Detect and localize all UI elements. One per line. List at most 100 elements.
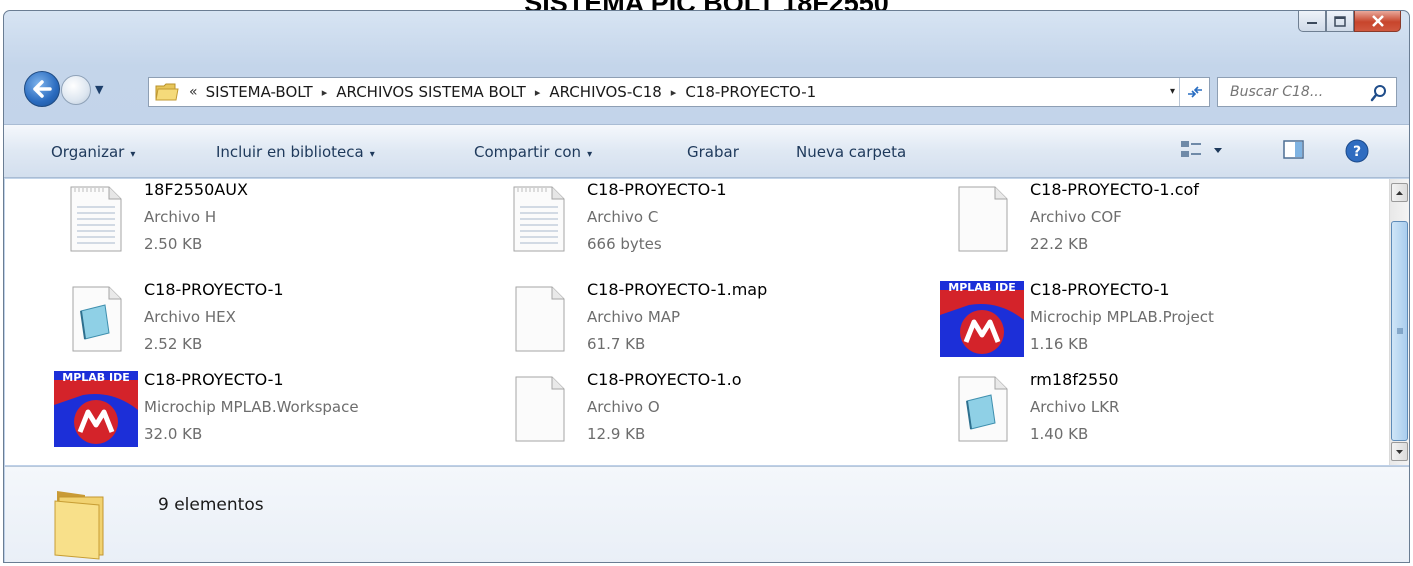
details-pane: 9 elementos xyxy=(5,466,1409,562)
file-size: 2.52 KB xyxy=(144,335,203,353)
maximize-icon xyxy=(1334,15,1346,27)
scroll-down-button[interactable] xyxy=(1391,442,1408,461)
preview-pane-icon xyxy=(1283,140,1304,159)
search-input[interactable] xyxy=(1230,84,1370,100)
close-icon xyxy=(1371,15,1384,27)
chevron-up-icon xyxy=(1396,190,1403,195)
file-size: 32.0 KB xyxy=(144,425,203,443)
file-item[interactable]: C18-PROYECTO-1.map Archivo MAP 61.7 KB xyxy=(494,279,914,367)
blank-file-icon xyxy=(937,181,1027,257)
organize-label: Organizar xyxy=(51,143,125,161)
file-size: 1.40 KB xyxy=(1030,425,1089,443)
search-icon xyxy=(1370,85,1386,102)
breadcrumb-separator-icon[interactable]: ▸ xyxy=(322,86,328,99)
file-size: 2.50 KB xyxy=(144,235,203,253)
breadcrumb-item[interactable]: SISTEMA-BOLT xyxy=(206,83,313,101)
recent-pages-button[interactable]: ▼ xyxy=(95,83,103,96)
share-with-menu[interactable]: Compartir con ▾ xyxy=(474,143,592,161)
file-name: C18-PROYECTO-1 xyxy=(144,370,284,389)
file-type: Archivo HEX xyxy=(144,308,236,326)
breadcrumb-item[interactable]: ARCHIVOS SISTEMA BOLT xyxy=(336,83,526,101)
maximize-button[interactable] xyxy=(1326,11,1354,32)
preview-pane-button[interactable] xyxy=(1282,138,1306,166)
file-type: Archivo O xyxy=(587,398,660,416)
file-name: C18-PROYECTO-1.map xyxy=(587,280,768,299)
command-toolbar: Organizar ▾ Incluir en biblioteca ▾ Compar… xyxy=(4,124,1409,178)
navigation-bar: ▼ « SISTEMA-BOLT ▸ ARCHIVOS SISTEMA BOLT… xyxy=(4,63,1409,113)
file-name: C18-PROYECTO-1.cof xyxy=(1030,180,1199,199)
address-bar[interactable]: « SISTEMA-BOLT ▸ ARCHIVOS SISTEMA BOLT ▸… xyxy=(148,77,1210,107)
file-name: rm18f2550 xyxy=(1030,370,1119,389)
file-item[interactable]: MPLAB IDE C18-PROYECTO-1 Microchip MPLAB.W… xyxy=(51,369,471,457)
breadcrumb-separator-icon[interactable]: ▸ xyxy=(535,86,541,99)
folder-icon xyxy=(155,83,179,101)
organize-menu[interactable]: Organizar ▾ xyxy=(51,143,135,161)
file-type: Archivo H xyxy=(144,208,217,226)
mplab-icon: MPLAB IDE xyxy=(51,371,141,447)
scroll-up-button[interactable] xyxy=(1391,183,1408,202)
search-box[interactable] xyxy=(1217,77,1397,107)
view-options-button[interactable] xyxy=(1179,138,1235,166)
file-size: 22.2 KB xyxy=(1030,235,1089,253)
text-file-icon xyxy=(51,181,141,257)
mplab-icon: MPLAB IDE xyxy=(937,281,1027,357)
file-size: 12.9 KB xyxy=(587,425,646,443)
svg-text:MPLAB IDE: MPLAB IDE xyxy=(62,371,129,384)
file-size: 61.7 KB xyxy=(587,335,646,353)
folder-icon xyxy=(54,491,104,560)
notepad-file-icon xyxy=(51,281,141,357)
breadcrumb: « SISTEMA-BOLT ▸ ARCHIVOS SISTEMA BOLT ▸… xyxy=(189,83,816,101)
breadcrumb-item[interactable]: C18-PROYECTO-1 xyxy=(685,83,816,101)
back-button[interactable] xyxy=(24,71,60,107)
grip-icon xyxy=(1396,328,1403,334)
help-icon: ? xyxy=(1345,139,1369,163)
file-item[interactable]: C18-PROYECTO-1.o Archivo O 12.9 KB xyxy=(494,369,914,457)
vertical-scrollbar[interactable] xyxy=(1389,179,1409,465)
notepad-file-icon xyxy=(937,371,1027,447)
file-type: Archivo C xyxy=(587,208,659,226)
file-type: Archivo COF xyxy=(1030,208,1122,226)
breadcrumb-separator-icon[interactable]: ▸ xyxy=(671,86,677,99)
file-type: Microchip MPLAB.Workspace xyxy=(144,398,359,416)
file-name: C18-PROYECTO-1 xyxy=(1030,280,1170,299)
refresh-icon xyxy=(1187,86,1202,98)
minimize-icon xyxy=(1307,22,1317,24)
breadcrumb-overflow[interactable]: « xyxy=(189,84,198,100)
file-type: Archivo LKR xyxy=(1030,398,1120,416)
file-name: C18-PROYECTO-1 xyxy=(144,280,284,299)
arrow-left-icon xyxy=(33,80,52,98)
help-button[interactable]: ? xyxy=(1344,138,1370,168)
chevron-down-icon: ▾ xyxy=(587,149,593,160)
burn-button[interactable]: Grabar xyxy=(687,143,739,161)
file-type: Archivo MAP xyxy=(587,308,681,326)
file-list: 18F2550AUX Archivo H 2.50 KB C18-PROYECTO-1… xyxy=(5,179,1389,465)
file-item[interactable]: C18-PROYECTO-1.cof Archivo COF 22.2 KB xyxy=(937,179,1357,267)
address-history-dropdown[interactable]: ▾ xyxy=(1170,86,1175,97)
chevron-down-icon: ▾ xyxy=(369,149,375,160)
file-item[interactable]: 18F2550AUX Archivo H 2.50 KB xyxy=(51,179,471,267)
new-folder-button[interactable]: Nueva carpeta xyxy=(796,143,906,161)
file-item[interactable]: C18-PROYECTO-1 Archivo HEX 2.52 KB xyxy=(51,279,471,367)
include-in-library-menu[interactable]: Incluir en biblioteca ▾ xyxy=(216,143,375,161)
share-label: Compartir con xyxy=(474,143,582,161)
file-item[interactable]: C18-PROYECTO-1 Archivo C 666 bytes xyxy=(494,179,914,267)
file-name: C18-PROYECTO-1 xyxy=(587,180,727,199)
blank-file-icon xyxy=(494,371,584,447)
chevron-down-icon xyxy=(1396,449,1403,454)
breadcrumb-item[interactable]: ARCHIVOS-C18 xyxy=(549,83,661,101)
forward-button[interactable] xyxy=(61,75,91,105)
file-item[interactable]: rm18f2550 Archivo LKR 1.40 KB xyxy=(937,369,1357,457)
window-controls xyxy=(1298,11,1401,32)
refresh-button[interactable] xyxy=(1179,78,1209,106)
explorer-window: ▼ « SISTEMA-BOLT ▸ ARCHIVOS SISTEMA BOLT… xyxy=(3,10,1410,563)
file-size: 1.16 KB xyxy=(1030,335,1089,353)
svg-text:?: ? xyxy=(1353,144,1361,160)
file-name: 18F2550AUX xyxy=(144,180,248,199)
minimize-button[interactable] xyxy=(1298,11,1326,32)
file-item[interactable]: MPLAB IDE C18-PROYECTO-1 Microchip MPLAB.P… xyxy=(937,279,1357,367)
scrollbar-thumb[interactable] xyxy=(1391,221,1408,441)
chevron-down-icon: ▾ xyxy=(130,149,136,160)
file-size: 666 bytes xyxy=(587,235,662,253)
file-type: Microchip MPLAB.Project xyxy=(1030,308,1214,326)
close-button[interactable] xyxy=(1354,11,1401,32)
